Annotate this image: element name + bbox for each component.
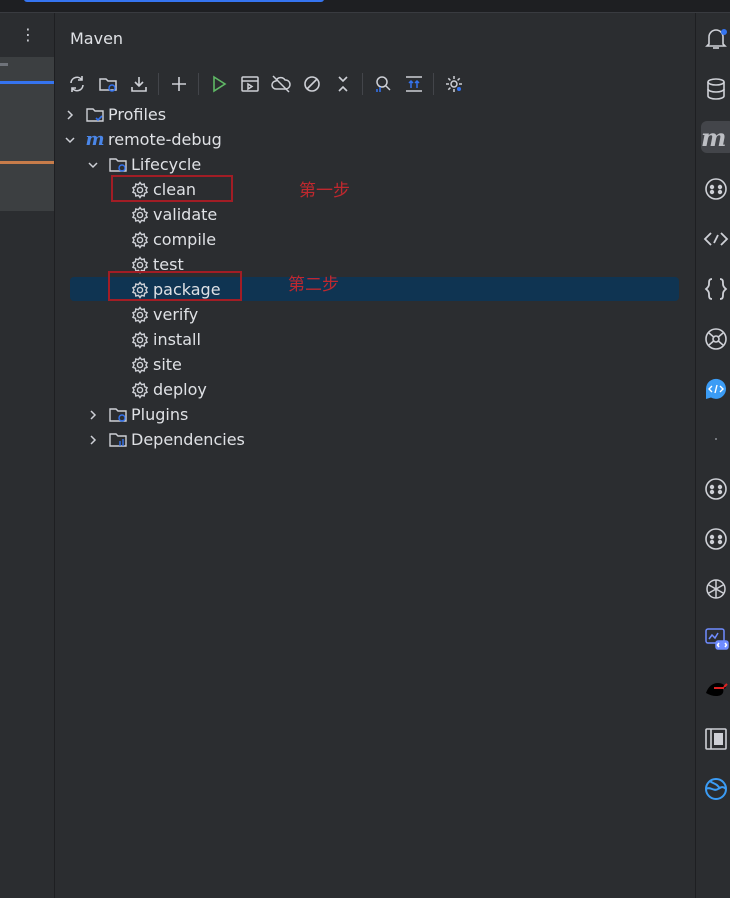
openai-icon[interactable] xyxy=(702,573,730,605)
goal-label: site xyxy=(153,355,182,374)
editor-pane: ⋮ xyxy=(0,13,55,898)
top-strip xyxy=(0,0,730,13)
expand-all-icon[interactable] xyxy=(400,71,428,97)
document-icon[interactable] xyxy=(702,723,730,755)
chevron-right-icon[interactable] xyxy=(63,108,77,122)
tree-item-label: remote-debug xyxy=(108,130,222,149)
database-icon[interactable] xyxy=(702,73,730,105)
tree-item-dependencies[interactable]: Dependencies xyxy=(86,427,245,452)
goal-compile[interactable]: compile xyxy=(130,227,216,252)
tree-item-label: Profiles xyxy=(108,105,167,124)
copilot-icon[interactable] xyxy=(702,173,730,205)
copilot-icon[interactable] xyxy=(702,523,730,555)
chevron-right-icon[interactable] xyxy=(86,433,100,447)
add-icon[interactable] xyxy=(165,71,193,97)
globe-icon[interactable] xyxy=(702,773,730,805)
show-dependencies-icon[interactable] xyxy=(369,71,397,97)
run-icon[interactable] xyxy=(205,71,233,97)
goal-label: validate xyxy=(153,205,218,224)
panel-title: Maven xyxy=(70,29,124,48)
goal-site[interactable]: site xyxy=(130,352,182,377)
goal-label: deploy xyxy=(153,380,207,399)
right-tool-strip: m xyxy=(695,13,730,898)
maven-icon[interactable]: m xyxy=(701,121,730,153)
run-config-icon[interactable] xyxy=(236,71,264,97)
more-menu-icon[interactable]: ⋮ xyxy=(18,25,38,45)
download-icon[interactable] xyxy=(125,71,153,97)
line-marker xyxy=(0,63,8,66)
toolbar-separator xyxy=(362,73,363,95)
annotation-box-clean xyxy=(111,175,233,202)
gear-icon xyxy=(130,205,150,225)
toolbar-separator xyxy=(158,73,159,95)
gear-icon xyxy=(130,230,150,250)
gear-icon xyxy=(130,305,150,325)
editor-preview xyxy=(0,57,54,211)
skip-tests-icon[interactable] xyxy=(298,71,326,97)
active-tab-indicator xyxy=(24,0,324,2)
chevron-right-icon[interactable] xyxy=(86,408,100,422)
toolbar-separator xyxy=(433,73,434,95)
collapse-icon[interactable] xyxy=(329,71,357,97)
tree-item-label: Lifecycle xyxy=(131,155,202,174)
goal-deploy[interactable]: deploy xyxy=(130,377,207,402)
dependencies-folder-icon xyxy=(108,430,128,450)
maven-logo-letter: m xyxy=(701,122,727,152)
goal-verify[interactable]: verify xyxy=(130,302,198,327)
ninja-icon[interactable] xyxy=(702,673,730,705)
gear-icon xyxy=(130,330,150,350)
maven-project-icon: m xyxy=(85,128,105,150)
gear-icon xyxy=(130,380,150,400)
annotation-step2: 第二步 xyxy=(288,275,339,295)
chevron-down-icon[interactable] xyxy=(63,133,77,147)
line-marker xyxy=(0,161,54,164)
toolbar-separator xyxy=(198,73,199,95)
settings-icon[interactable] xyxy=(440,71,468,97)
maven-toolbar xyxy=(63,70,471,98)
tree-item-label: Dependencies xyxy=(131,430,245,449)
goal-label: verify xyxy=(153,305,199,324)
json-icon[interactable] xyxy=(702,273,730,305)
code-chat-icon[interactable] xyxy=(702,373,730,405)
code-preview-icon[interactable] xyxy=(702,623,730,655)
endpoints-icon[interactable] xyxy=(702,223,730,255)
line-marker xyxy=(0,81,54,84)
lifecycle-folder-icon xyxy=(108,155,128,175)
annotation-box-package xyxy=(108,271,242,301)
goal-label: compile xyxy=(153,230,217,249)
copilot-icon[interactable] xyxy=(702,473,730,505)
goal-validate[interactable]: validate xyxy=(130,202,217,227)
offline-icon[interactable] xyxy=(267,71,295,97)
tree-item-lifecycle[interactable]: Lifecycle xyxy=(86,152,201,177)
tree-item-project[interactable]: m remote-debug xyxy=(63,127,222,152)
profiles-folder-icon xyxy=(85,105,105,125)
dot-icon[interactable] xyxy=(702,423,730,455)
maven-panel: Maven Profiles m remote-debug Lifecycle … xyxy=(55,13,694,898)
tree-item-profiles[interactable]: Profiles xyxy=(63,102,166,127)
reimport-folder-icon[interactable] xyxy=(94,71,122,97)
ai-icon[interactable] xyxy=(702,323,730,355)
chevron-down-icon[interactable] xyxy=(86,158,100,172)
reload-icon[interactable] xyxy=(63,71,91,97)
goal-label: install xyxy=(153,330,201,349)
annotation-step1: 第一步 xyxy=(299,181,350,201)
notifications-icon[interactable] xyxy=(702,23,730,55)
gear-icon xyxy=(130,355,150,375)
tree-item-label: Plugins xyxy=(131,405,189,424)
tree-item-plugins[interactable]: Plugins xyxy=(86,402,188,427)
plugins-folder-icon xyxy=(108,405,128,425)
goal-install[interactable]: install xyxy=(130,327,201,352)
